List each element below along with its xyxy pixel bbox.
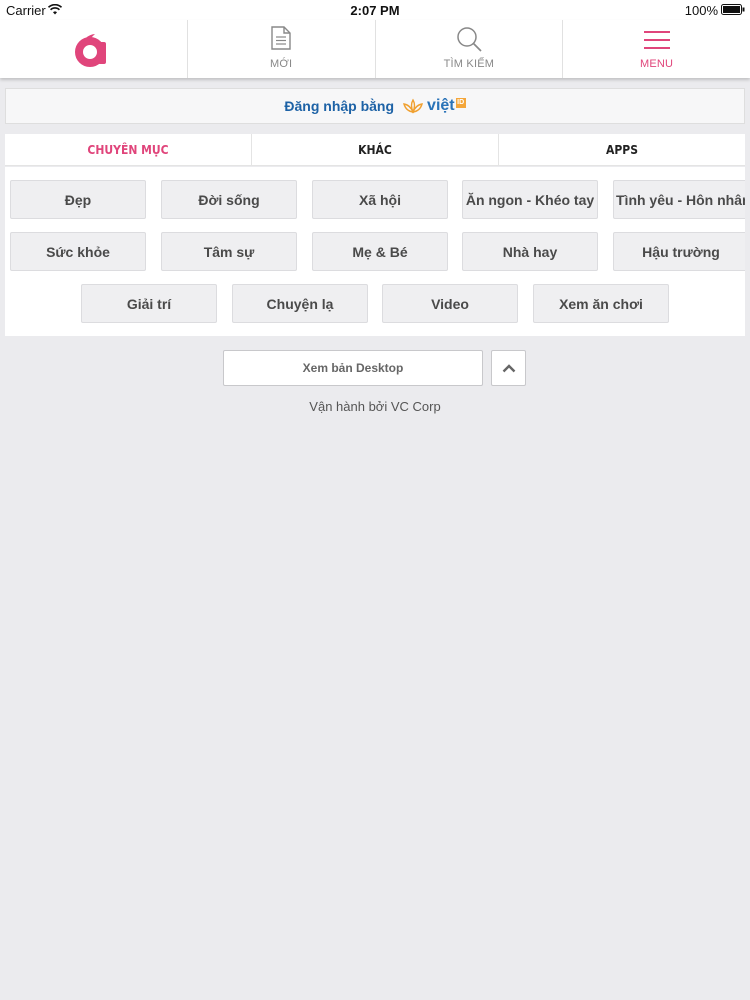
category-hau-truong[interactable]: Hậu trường [613,232,745,271]
nav-search-button[interactable]: TÌM KIẾM [376,20,564,78]
tab-chuyen-muc[interactable]: CHUYÊN MỤC [5,134,252,165]
tab-apps[interactable]: APPS [499,134,745,165]
vietid-brand: việt [427,97,455,114]
category-nha-hay[interactable]: Nhà hay [462,232,598,271]
category-xem-an-choi[interactable]: Xem ăn chơi [533,284,669,323]
category-tinh-yeu-hon-nhan[interactable]: Tình yêu - Hôn nhân [613,180,745,219]
category-chuyen-la[interactable]: Chuyện lạ [232,284,368,323]
home-logo-button[interactable] [0,20,188,78]
category-giai-tri[interactable]: Giải trí [81,284,217,323]
login-text: Đăng nhập bằng [284,98,395,114]
category-tam-su[interactable]: Tâm sự [161,232,297,271]
menu-tabs: CHUYÊN MỤC KHÁC APPS [5,134,745,166]
nav-new-label: MỚI [269,58,293,70]
battery-percent: 100% [684,3,718,18]
scroll-top-button[interactable] [491,350,526,386]
login-with-vietid-button[interactable]: Đăng nhập bằng việt ID [5,88,745,124]
lotus-icon [403,98,424,114]
afamily-logo-icon [75,34,107,67]
status-bar: Carrier 2:07 PM 100% [0,0,750,20]
status-time: 2:07 PM [350,3,400,18]
category-me-be[interactable]: Mẹ & Bé [312,232,448,271]
battery-icon [721,4,745,15]
nav-new-button[interactable]: MỚI [188,20,376,78]
document-icon [271,26,291,50]
hamburger-icon [643,31,670,49]
category-dep[interactable]: Đẹp [10,180,146,219]
nav-search-label: TÌM KIẾM [443,58,495,70]
top-nav: MỚI TÌM KIẾM MENU [0,20,750,78]
tab-khac[interactable]: KHÁC [252,134,499,165]
category-panel: Đẹp Đời sống Xã hội Ăn ngon - Khéo tay T… [5,167,745,336]
powered-by-text: Vận hành bởi VC Corp [309,399,441,414]
nav-menu-label: MENU [640,58,674,70]
category-video[interactable]: Video [382,284,518,323]
category-doi-song[interactable]: Đời sống [161,180,297,219]
vietid-badge: ID [455,98,466,108]
search-icon [457,27,482,52]
view-desktop-button[interactable]: Xem bản Desktop [223,350,483,386]
vietid-logo: việt ID [402,97,466,115]
chevron-up-icon [502,364,515,373]
nav-menu-button[interactable]: MENU [563,20,750,78]
category-an-ngon-kheo-tay[interactable]: Ăn ngon - Khéo tay [462,180,598,219]
category-suc-khoe[interactable]: Sức khỏe [10,232,146,271]
category-xa-hoi[interactable]: Xã hội [312,180,448,219]
